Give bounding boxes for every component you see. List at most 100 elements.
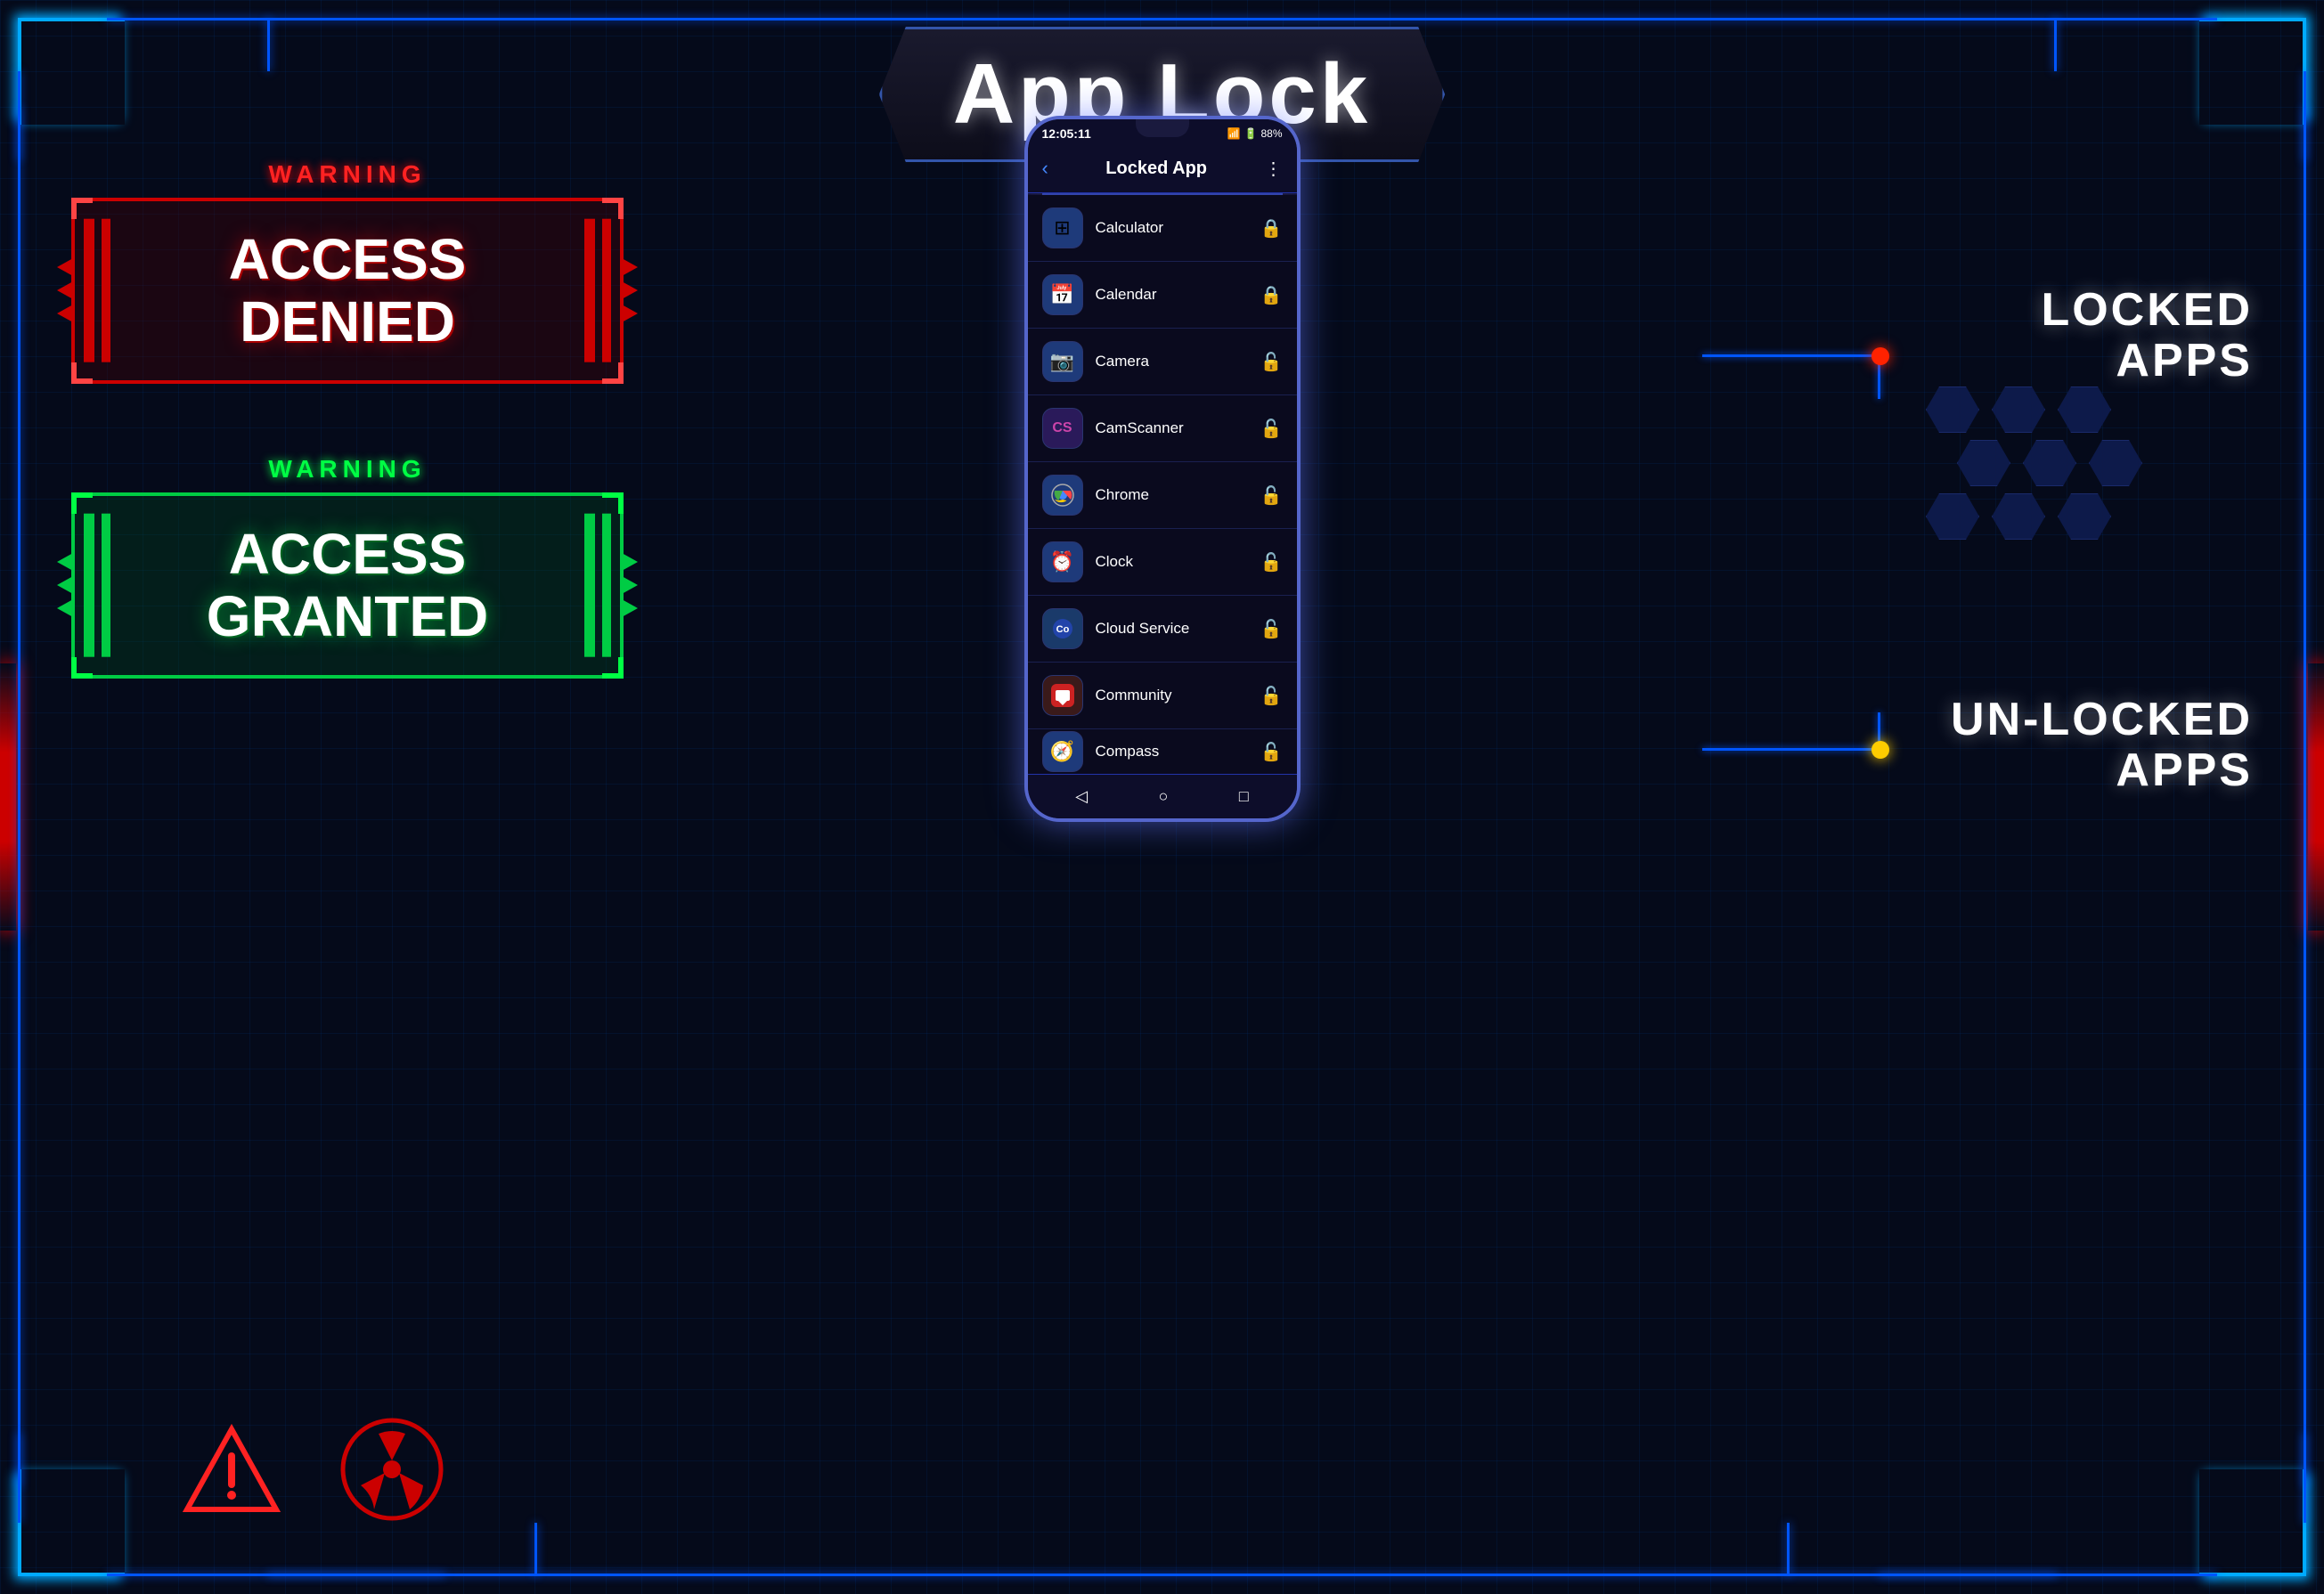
denied-left-arrows	[57, 258, 73, 322]
phone-notch	[1136, 119, 1189, 137]
granted-arrow-2	[57, 576, 73, 594]
unlocked-connector-h	[1702, 748, 1880, 751]
nav-home-button[interactable]: ○	[1159, 787, 1169, 806]
list-item[interactable]: Co Cloud Service 🔓	[1028, 596, 1297, 663]
hex-cell	[2058, 386, 2111, 433]
denied-arrow-3	[57, 305, 73, 322]
app-header-title: Locked App	[1105, 159, 1207, 179]
camscanner-lock-icon[interactable]: 🔓	[1260, 418, 1283, 440]
clock-lock-icon[interactable]: 🔓	[1260, 551, 1283, 573]
wifi-icon: 📶	[1227, 127, 1241, 140]
app-list: ⊞ Calculator 🔒 📅 Calendar 🔒 📷 Camera 🔓 C…	[1028, 195, 1297, 774]
clock-icon: ⏰	[1042, 541, 1083, 582]
locked-apps-text: LOCKEDAPPS	[2041, 285, 2253, 386]
community-lock-icon[interactable]: 🔓	[1260, 685, 1283, 707]
cloud-service-label: Cloud Service	[1096, 620, 1260, 638]
calculator-label: Calculator	[1096, 219, 1260, 237]
list-item[interactable]: ⊞ Calculator 🔒	[1028, 195, 1297, 262]
list-item[interactable]: 📅 Calendar 🔒	[1028, 262, 1297, 329]
red-right-accent	[2308, 663, 2324, 931]
denied-arrow-6	[622, 305, 638, 322]
back-button[interactable]: ‹	[1042, 157, 1048, 180]
denied-right-arrows	[622, 258, 638, 322]
denied-arrow-5	[622, 281, 638, 299]
denied-arrow-4	[622, 258, 638, 276]
calendar-lock-icon[interactable]: 🔒	[1260, 284, 1283, 306]
right-edge-line-1	[2304, 71, 2306, 160]
granted-corner-br	[602, 657, 624, 679]
compass-label: Compass	[1096, 743, 1260, 760]
granted-arrow-3	[57, 599, 73, 617]
locked-indicator-dot	[1871, 347, 1889, 365]
nav-back-button[interactable]: ◁	[1075, 787, 1088, 806]
denied-corner-bl	[71, 362, 93, 384]
camscanner-label: CamScanner	[1096, 419, 1260, 437]
granted-left-arrows	[57, 553, 73, 617]
left-line	[18, 107, 20, 1487]
unlocked-apps-text: UN-LOCKEDAPPS	[1951, 695, 2253, 796]
radiation-icon	[338, 1416, 445, 1523]
cloud-service-lock-icon[interactable]: 🔓	[1260, 618, 1283, 640]
list-item[interactable]: 📷 Camera 🔓	[1028, 329, 1297, 395]
camera-icon: 📷	[1042, 341, 1083, 382]
right-line	[2304, 107, 2306, 1487]
list-item[interactable]: Chrome 🔓	[1028, 462, 1297, 529]
top-notch-left	[267, 18, 270, 71]
compass-icon: 🧭	[1042, 731, 1083, 772]
more-options-button[interactable]: ⋮	[1264, 158, 1282, 180]
corner-tr	[2199, 18, 2306, 125]
calendar-label: Calendar	[1096, 286, 1260, 304]
bottom-right-line	[1879, 1574, 2057, 1576]
warning-label-denied: WARNING	[71, 160, 624, 189]
bottom-notch-right	[1787, 1523, 1790, 1576]
granted-arrow-4	[622, 553, 638, 571]
locked-connector-h	[1702, 354, 1880, 357]
list-item[interactable]: 🧭 Compass 🔓	[1028, 729, 1297, 774]
left-panel: WARNING ACCESSDENIED WARNING	[71, 160, 624, 679]
bottom-notch-left	[534, 1523, 537, 1576]
nav-recent-button[interactable]: □	[1239, 787, 1249, 806]
hex-cell	[1992, 386, 2045, 433]
granted-text: ACCESSGRANTED	[207, 523, 488, 648]
status-icons: 📶 🔋 88%	[1227, 127, 1283, 140]
status-time: 12:05:11	[1042, 126, 1091, 141]
denied-corner-tl	[71, 198, 93, 219]
top-line	[107, 18, 2217, 20]
hex-cell	[2089, 440, 2142, 486]
camera-lock-icon[interactable]: 🔓	[1260, 351, 1283, 373]
svg-text:Co: Co	[1056, 624, 1069, 635]
granted-frame: ACCESSGRANTED	[71, 492, 624, 679]
bottom-left-line	[267, 1574, 445, 1576]
granted-arrow-6	[622, 599, 638, 617]
denied-arrow-2	[57, 281, 73, 299]
right-edge-line-2	[2304, 1434, 2306, 1523]
calendar-icon: 📅	[1042, 274, 1083, 315]
granted-right-arrows	[622, 553, 638, 617]
hex-cell	[1926, 386, 1979, 433]
left-edge-line-2	[18, 1434, 20, 1523]
battery-icon: 🔋	[1244, 127, 1258, 140]
list-item[interactable]: Community 🔓	[1028, 663, 1297, 729]
chrome-lock-icon[interactable]: 🔓	[1260, 484, 1283, 507]
bottom-nav: ◁ ○ □	[1028, 774, 1297, 818]
warning-label-granted: WARNING	[71, 455, 624, 484]
hex-cell	[2058, 493, 2111, 540]
denied-text: ACCESSDENIED	[229, 228, 467, 354]
hex-cell	[1992, 493, 2045, 540]
top-notch-right	[2054, 18, 2057, 71]
granted-corner-bl	[71, 657, 93, 679]
denied-frame: ACCESSDENIED	[71, 198, 624, 384]
denied-arrow-1	[57, 258, 73, 276]
community-label: Community	[1096, 687, 1260, 704]
left-edge-line-1	[18, 71, 20, 160]
clock-label: Clock	[1096, 553, 1260, 571]
hex-cell	[1957, 440, 2010, 486]
denied-corner-tr	[602, 198, 624, 219]
list-item[interactable]: ⏰ Clock 🔓	[1028, 529, 1297, 596]
calculator-lock-icon[interactable]: 🔒	[1260, 217, 1283, 240]
camscanner-icon: CS	[1042, 408, 1083, 449]
red-left-accent	[0, 663, 16, 931]
compass-lock-icon[interactable]: 🔓	[1260, 741, 1283, 763]
list-item[interactable]: CS CamScanner 🔓	[1028, 395, 1297, 462]
calculator-icon: ⊞	[1042, 207, 1083, 248]
